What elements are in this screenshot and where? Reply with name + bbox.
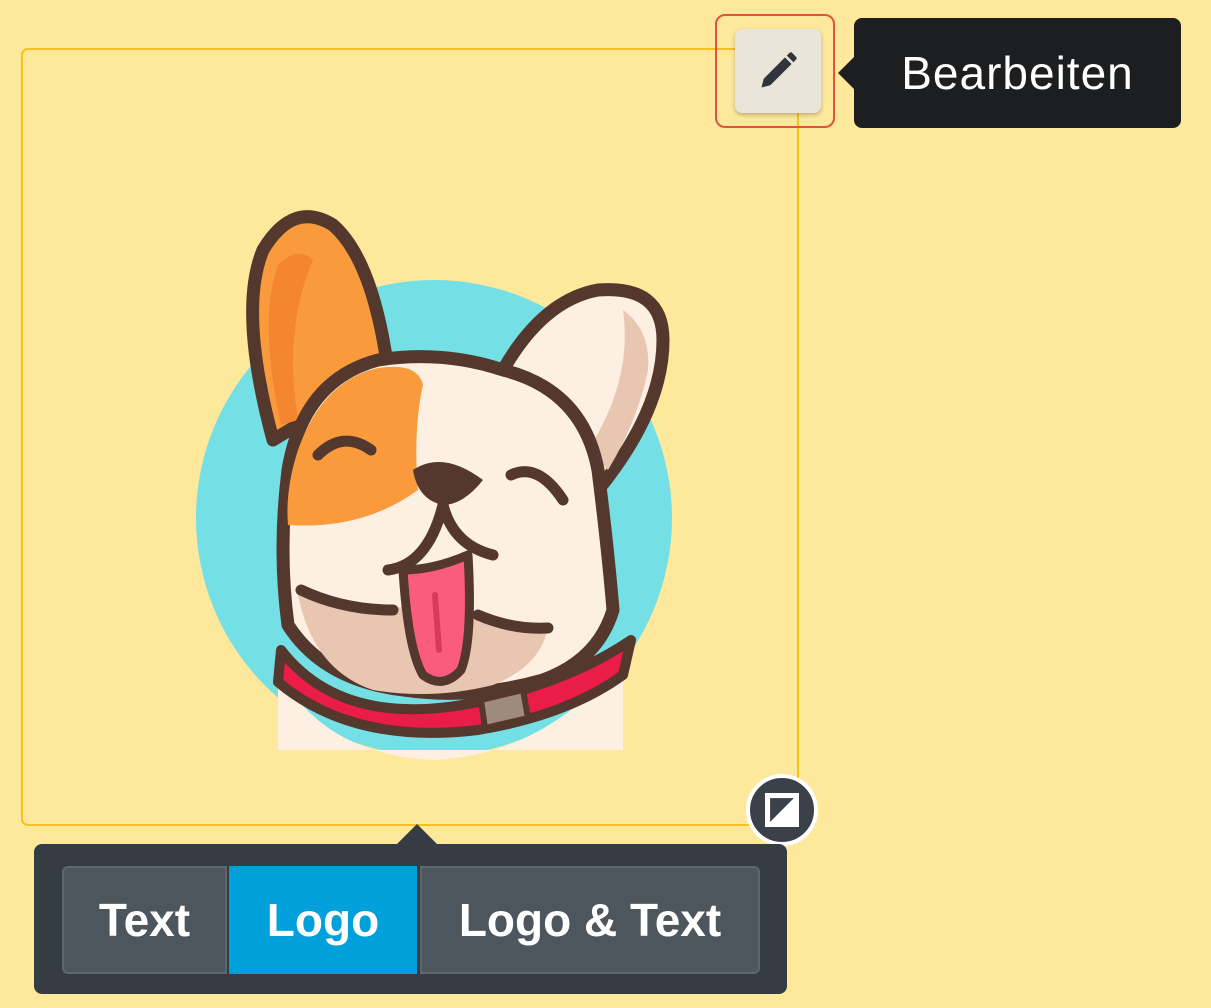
layout-switcher-toolbar: Text Logo Logo & Text <box>34 824 787 994</box>
dog-logo-image <box>196 210 672 760</box>
edit-button[interactable] <box>735 29 821 113</box>
layout-option-text[interactable]: Text <box>62 866 227 974</box>
resize-handle[interactable] <box>746 774 818 846</box>
logo-frame[interactable] <box>21 48 799 826</box>
resize-icon <box>765 793 799 827</box>
pencil-icon <box>761 52 797 88</box>
edit-tooltip: Bearbeiten <box>838 18 1181 128</box>
layout-option-logo[interactable]: Logo <box>229 866 417 974</box>
layout-option-logo-and-text[interactable]: Logo & Text <box>420 866 760 974</box>
edit-tooltip-label: Bearbeiten <box>901 47 1134 99</box>
